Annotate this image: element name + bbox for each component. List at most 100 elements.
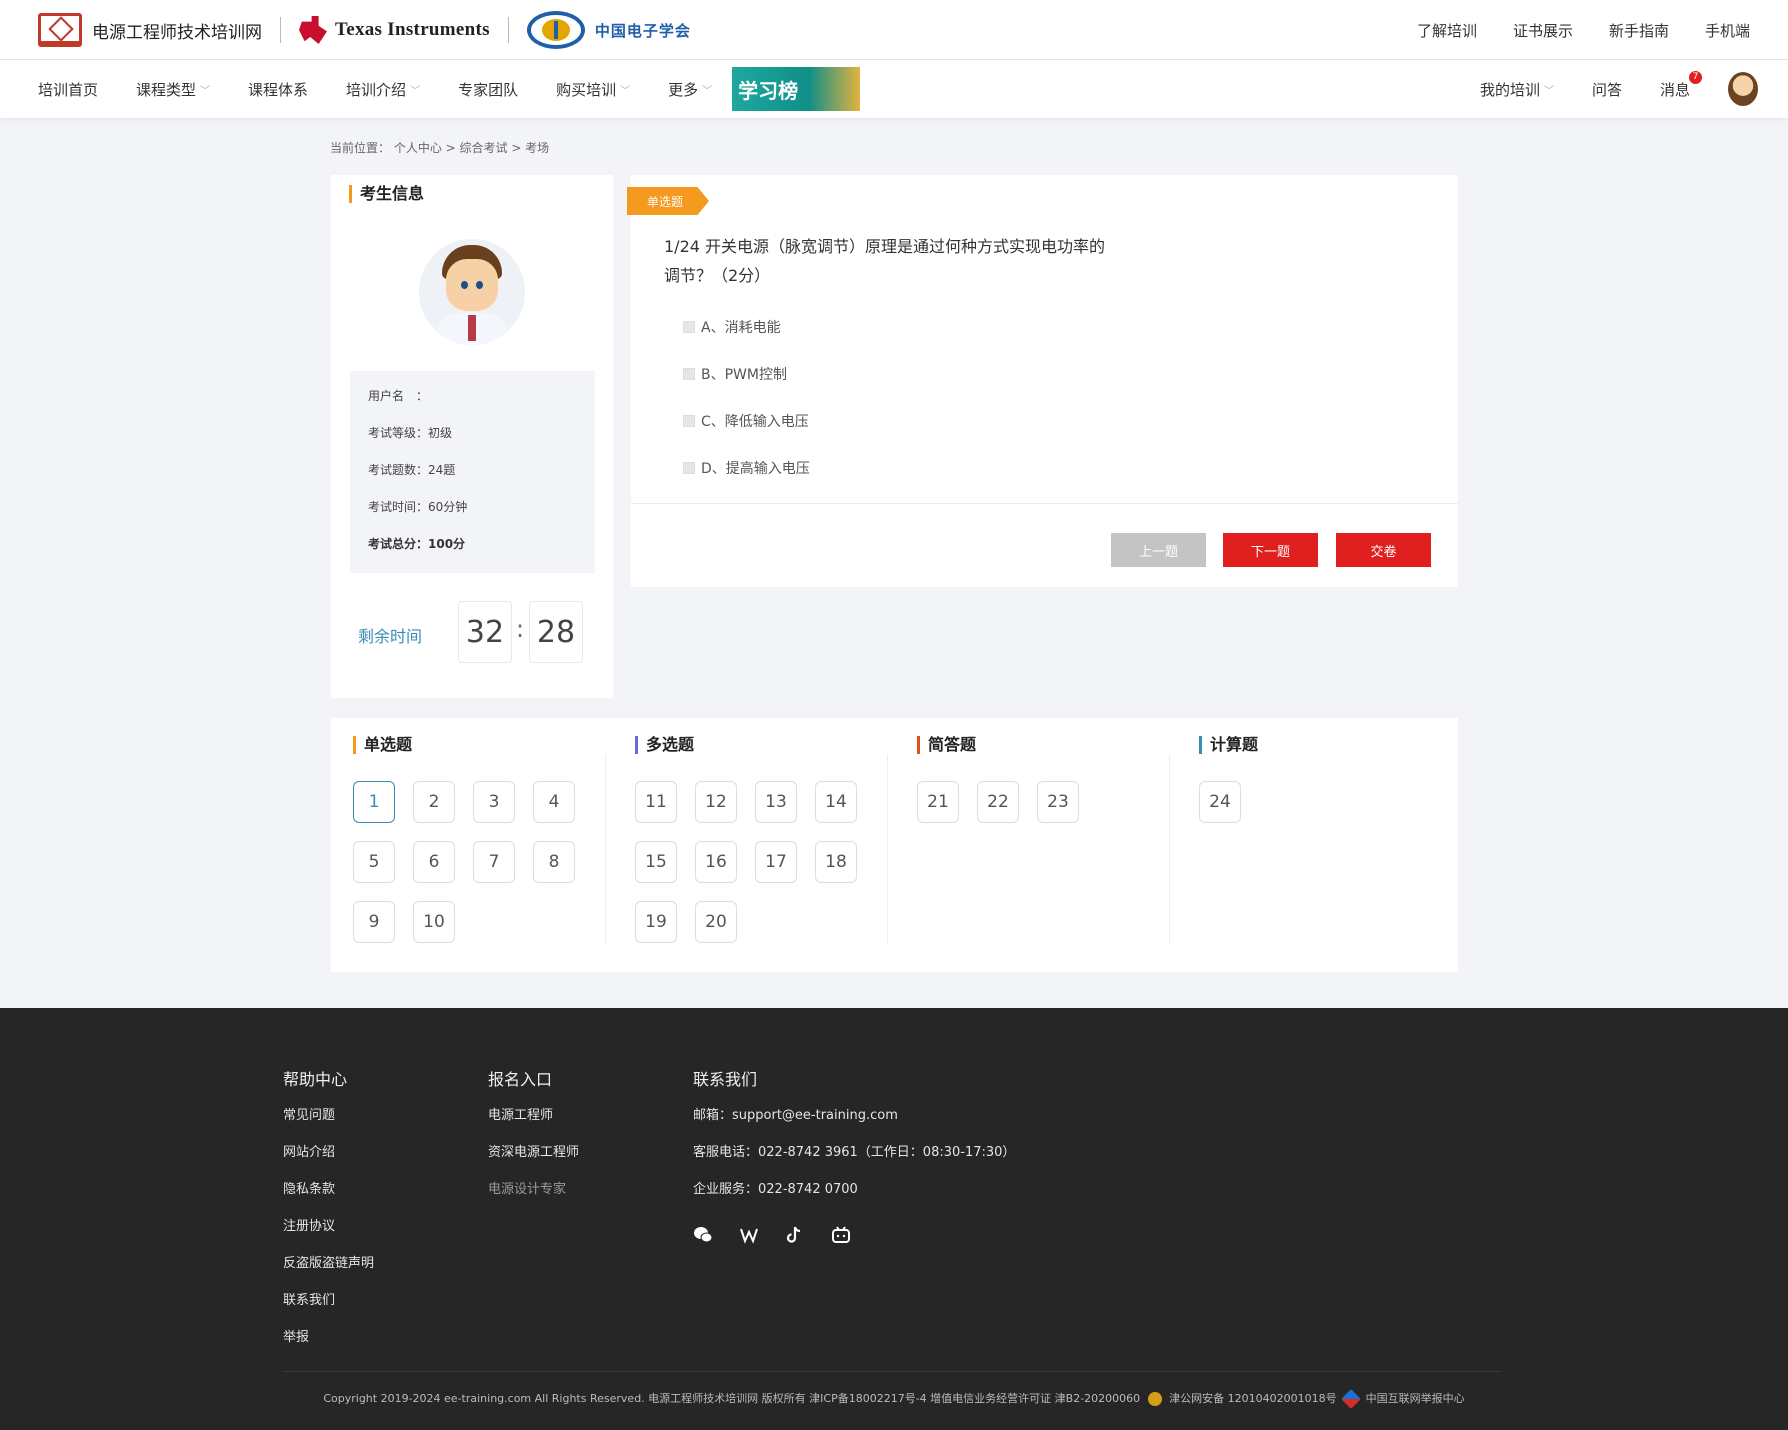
top-links: 了解培训 证书展示 新手指南 手机端 (1417, 20, 1750, 41)
checkbox-icon[interactable] (683, 368, 695, 380)
question-text: 1/24 开关电源（脉宽调节）原理是通过何种方式实现电功率的调节？（2分） (664, 237, 1106, 285)
footer-signup-column: 报名入口 电源工程师 资深电源工程师 电源设计专家 (488, 1066, 579, 1217)
nav-my-training[interactable]: 我的培训 ﹀ (1480, 79, 1554, 100)
nav-intro[interactable]: 培训介绍 ﹀ (346, 79, 420, 100)
chevron-down-icon: ﹀ (702, 85, 713, 97)
nav-my-training-label: 我的培训 (1479, 80, 1540, 99)
question-number-button[interactable]: 4 (533, 781, 575, 823)
user-avatar[interactable] (1728, 72, 1758, 106)
timer-minutes: 32 (458, 601, 512, 663)
checkbox-icon[interactable] (683, 415, 695, 427)
nav-qa[interactable]: 问答 (1592, 79, 1622, 100)
next-question-button[interactable]: 下一题 (1223, 533, 1318, 567)
report-center-link[interactable]: 中国互联网举报中心 (1366, 1392, 1465, 1405)
footer-link[interactable]: 常见问题 (283, 1106, 374, 1143)
checkbox-icon[interactable] (683, 321, 695, 333)
timer-colon: : (516, 615, 525, 643)
footer-help-title: 帮助中心 (283, 1070, 348, 1089)
option-d[interactable]: D、提高输入电压 (683, 458, 810, 478)
option-a[interactable]: A、消耗电能 (683, 317, 781, 337)
question-number-button[interactable]: 15 (635, 841, 677, 883)
texas-instruments-logo-icon (299, 16, 327, 44)
texas-instruments-name: Texas Instruments (335, 19, 490, 40)
option-c[interactable]: C、降低输入电压 (683, 411, 809, 431)
section-title: 简答题 (917, 736, 976, 754)
top-link-certificates[interactable]: 证书展示 (1513, 20, 1573, 41)
nav-messages[interactable]: 消息 7 (1660, 70, 1702, 100)
wechat-icon[interactable] (693, 1225, 713, 1245)
footer-link[interactable]: 注册协议 (283, 1217, 374, 1254)
section-single-choice: 单选题 (353, 736, 412, 754)
question-number-button[interactable]: 10 (413, 901, 455, 943)
question-number-button[interactable]: 2 (413, 781, 455, 823)
question-number-button[interactable]: 20 (695, 901, 737, 943)
question-number-button[interactable]: 7 (473, 841, 515, 883)
top-bar: 电源工程师技术培训网 Texas Instruments 中国电子学会 了解培训… (0, 0, 1788, 60)
site-name: 电源工程师技术培训网 (92, 22, 262, 43)
nav-more[interactable]: 更多 ﹀ (668, 79, 712, 100)
contact-email: 邮箱：support@ee-training.com (693, 1108, 898, 1123)
nav-experts-label: 专家团队 (458, 80, 519, 99)
nav-curriculum[interactable]: 课程体系 (248, 79, 308, 100)
divider (605, 754, 606, 944)
info-total-score: 考试总分：100分 (368, 537, 466, 551)
question-number-button[interactable]: 22 (977, 781, 1019, 823)
option-b-label: B、PWM控制 (701, 367, 787, 383)
nav-home[interactable]: 培训首页 (38, 79, 98, 100)
question-number-button[interactable]: 19 (635, 901, 677, 943)
cie-logo-icon (526, 11, 585, 49)
footer-link[interactable]: 网站介绍 (283, 1143, 374, 1180)
question-number-button[interactable]: 13 (755, 781, 797, 823)
divider (280, 17, 281, 43)
main-nav: 培训首页 课程类型 ﹀ 课程体系 培训介绍 ﹀ 专家团队 购买培训 ﹀ 更多 ﹀ 学习榜… (0, 60, 1788, 118)
brand-area[interactable]: 电源工程师技术培训网 Texas Instruments 中国电子学会 (38, 11, 691, 49)
douyin-icon[interactable] (785, 1225, 805, 1245)
timer-seconds: 28 (529, 601, 583, 663)
question-number-button[interactable]: 5 (353, 841, 395, 883)
nav-more-label: 更多 (668, 80, 699, 99)
option-b[interactable]: B、PWM控制 (683, 364, 787, 384)
message-count-badge: 7 (1689, 70, 1702, 84)
top-link-about[interactable]: 了解培训 (1417, 20, 1477, 41)
question-number-button[interactable]: 1 (353, 781, 395, 823)
question-number-button[interactable]: 6 (413, 841, 455, 883)
question-number-button[interactable]: 12 (695, 781, 737, 823)
question-number-button[interactable]: 14 (815, 781, 857, 823)
footer-link[interactable]: 资深电源工程师 (488, 1143, 579, 1180)
footer-link[interactable]: 电源工程师 (488, 1106, 579, 1143)
question-number-button[interactable]: 23 (1037, 781, 1079, 823)
student-avatar (419, 239, 525, 345)
footer-link[interactable]: 电源设计专家 (488, 1180, 579, 1217)
question-number-button[interactable]: 8 (533, 841, 575, 883)
weibo-icon[interactable] (739, 1225, 759, 1245)
leaderboard-banner-label: 学习榜 (738, 78, 799, 103)
nav-buy[interactable]: 购买培训 ﹀ (556, 79, 630, 100)
nav-course-type[interactable]: 课程类型 ﹀ (136, 79, 210, 100)
checkbox-icon[interactable] (683, 462, 695, 474)
info-duration: 考试时间：60分钟 (368, 500, 468, 514)
question-number-button[interactable]: 18 (815, 841, 857, 883)
divider (1169, 754, 1170, 944)
question-number-button[interactable]: 9 (353, 901, 395, 943)
question-number-button[interactable]: 16 (695, 841, 737, 883)
question-number-button[interactable]: 24 (1199, 781, 1241, 823)
submit-exam-button[interactable]: 交卷 (1336, 533, 1431, 567)
footer-link[interactable]: 举报 (283, 1328, 374, 1365)
option-d-label: D、提高输入电压 (701, 461, 810, 477)
nav-experts[interactable]: 专家团队 (458, 79, 518, 100)
section-title: 单选题 (353, 736, 412, 754)
top-link-mobile[interactable]: 手机端 (1705, 20, 1750, 41)
bilibili-icon[interactable] (831, 1225, 851, 1245)
footer-link[interactable]: 隐私条款 (283, 1180, 374, 1217)
question-number-button[interactable]: 3 (473, 781, 515, 823)
question-number-button[interactable]: 21 (917, 781, 959, 823)
footer-link[interactable]: 联系我们 (283, 1291, 374, 1328)
question-number-button[interactable]: 11 (635, 781, 677, 823)
footer-link[interactable]: 反盗版盗链声明 (283, 1254, 374, 1291)
prev-question-button[interactable]: 上一题 (1111, 533, 1206, 567)
leaderboard-banner[interactable]: 学习榜 (732, 67, 861, 111)
question-number-button[interactable]: 17 (755, 841, 797, 883)
top-link-guide[interactable]: 新手指南 (1609, 20, 1669, 41)
section-title: 多选题 (635, 736, 694, 754)
police-record-link[interactable]: 津公网安备 12010402001018号 (1169, 1392, 1336, 1405)
